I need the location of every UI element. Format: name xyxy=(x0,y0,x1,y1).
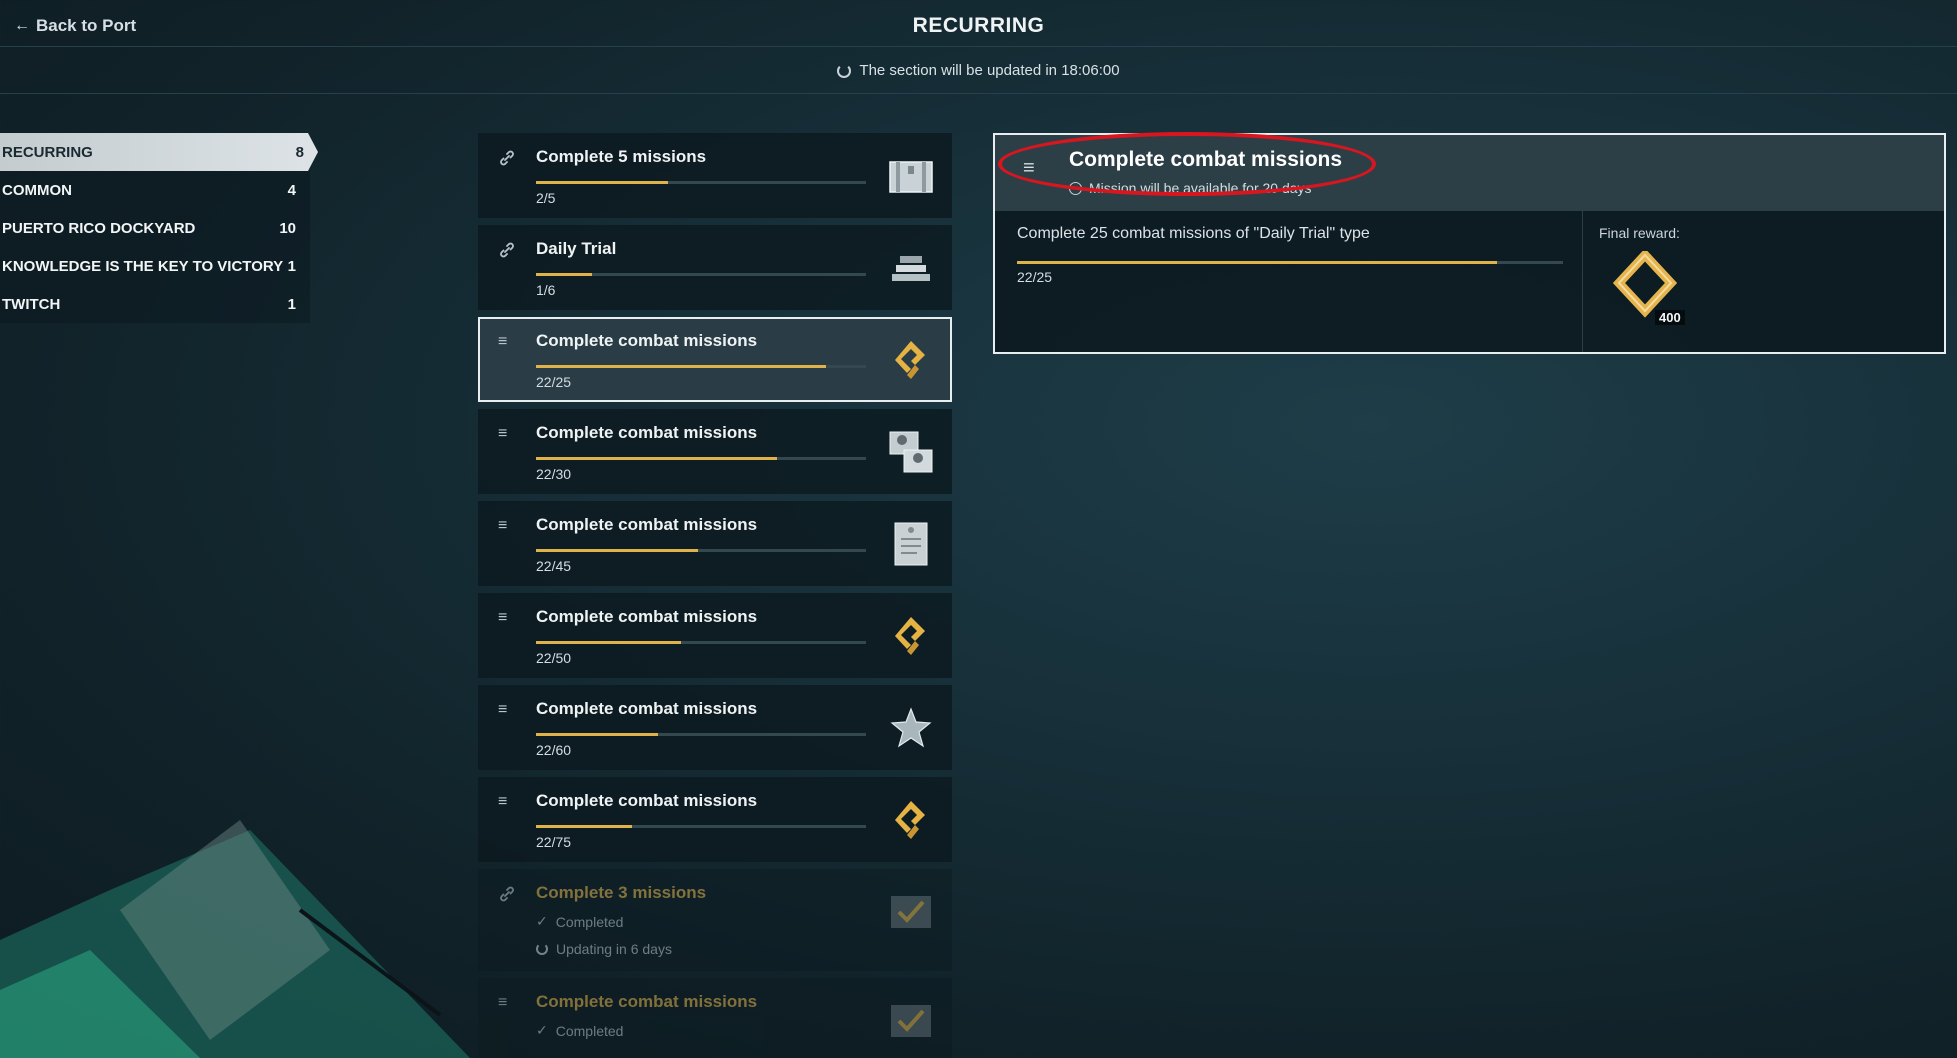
coal-icon xyxy=(888,797,934,843)
mission-count: 1/6 xyxy=(536,282,556,298)
mission-status: ✓ Completed xyxy=(536,913,624,930)
mission-title: Complete combat missions xyxy=(536,515,758,534)
mission-title: Complete combat missions xyxy=(536,699,758,718)
sidebar-item-count: 10 xyxy=(279,219,296,237)
mission-update: Updating in 6 days xyxy=(536,941,672,957)
mission-progress xyxy=(536,457,866,460)
mission-count: 22/60 xyxy=(536,742,572,758)
mission-progress xyxy=(536,733,866,736)
list-icon: ≡ xyxy=(498,333,508,350)
mission-progress xyxy=(536,641,866,644)
mission-title: Complete 5 missions xyxy=(536,147,707,166)
mission-card[interactable]: Daily Trial 1/6 xyxy=(478,225,952,310)
sidebar-item-label: TWITCH xyxy=(2,295,61,313)
sidebar-item-knowledge[interactable]: KNOWLEDGE IS THE KEY TO VICTORY 1 xyxy=(0,247,310,285)
steel-icon xyxy=(888,245,934,291)
sidebar-item-twitch[interactable]: TWITCH 1 xyxy=(0,285,310,323)
mission-progress xyxy=(536,181,866,184)
check-icon: ✓ xyxy=(536,1022,548,1038)
checkmark-icon xyxy=(888,998,934,1044)
list-icon: ≡ xyxy=(498,793,508,810)
document-icon xyxy=(888,521,934,567)
mission-title: Daily Trial xyxy=(536,239,617,258)
mission-progress xyxy=(536,365,866,368)
final-reward: Final reward: 400 xyxy=(1583,211,1944,352)
category-sidebar: RECURRING 8 COMMON 4 PUERTO RICO DOCKYAR… xyxy=(0,133,320,323)
mission-title: Complete combat missions xyxy=(536,791,758,810)
mission-status: ✓ Completed xyxy=(536,1022,624,1039)
mission-progress xyxy=(536,273,866,276)
mission-count: 22/50 xyxy=(536,650,572,666)
top-bar: ← Back to Port RECURRING xyxy=(0,0,1957,47)
list-icon: ≡ xyxy=(498,425,508,442)
star-icon xyxy=(888,705,934,751)
coal-icon xyxy=(888,613,934,659)
mission-title: Complete combat missions xyxy=(536,331,758,350)
mission-card[interactable]: Complete 5 missions 2/5 xyxy=(478,133,952,218)
sidebar-item-recurring[interactable]: RECURRING 8 xyxy=(0,133,318,171)
page-title: RECURRING xyxy=(912,14,1045,37)
detail-body: Complete 25 combat missions of "Daily Tr… xyxy=(995,211,1583,352)
final-reward-label: Final reward: xyxy=(1599,225,1680,241)
mission-title: Complete combat missions xyxy=(536,607,758,626)
sidebar-item-label: COMMON xyxy=(2,181,72,199)
mission-card[interactable]: ≡ Complete combat missions 22/60 xyxy=(478,685,952,770)
sidebar-item-label: RECURRING xyxy=(2,143,93,161)
mission-count: 22/45 xyxy=(536,558,572,574)
sidebar-item-label: KNOWLEDGE IS THE KEY TO VICTORY xyxy=(2,257,284,275)
detail-header: ≡ Complete combat missions Mission will … xyxy=(995,132,1944,211)
sidebar-item-count: 8 xyxy=(295,143,304,161)
mission-count: 22/30 xyxy=(536,466,572,482)
mission-card-completed[interactable]: ≡ Complete combat missions ✓ Completed xyxy=(478,978,952,1058)
link-icon xyxy=(498,241,516,259)
highlight-ring xyxy=(998,132,1376,196)
detail-progress xyxy=(1017,261,1563,264)
mission-card[interactable]: ≡ Complete combat missions 22/50 xyxy=(478,593,952,678)
container-icon xyxy=(888,153,934,199)
update-bar: The section will be updated in 18:06:00 xyxy=(0,48,1957,94)
sidebar-item-count: 1 xyxy=(287,257,296,275)
mission-count: 2/5 xyxy=(536,190,556,206)
sidebar-item-label: PUERTO RICO DOCKYARD xyxy=(2,219,196,237)
mission-progress xyxy=(536,549,866,552)
coal-icon xyxy=(1612,248,1678,319)
sidebar-item-common[interactable]: COMMON 4 xyxy=(0,171,310,209)
update-text: The section will be updated in 18:06:00 xyxy=(859,62,1120,79)
coal-icon xyxy=(888,337,934,383)
mission-card[interactable]: ≡ Complete combat missions 22/75 xyxy=(478,777,952,862)
refresh-icon xyxy=(837,63,852,78)
sidebar-item-count: 4 xyxy=(287,181,296,199)
list-icon: ≡ xyxy=(498,609,508,626)
mission-list: Complete 5 missions 2/5 Daily Trial 1/6 … xyxy=(478,133,952,1058)
mission-title: Complete 3 missions xyxy=(536,883,707,902)
detail-count: 22/25 xyxy=(1017,269,1053,285)
background-decoration xyxy=(0,800,470,1058)
mission-detail-panel: ≡ Complete combat missions Mission will … xyxy=(993,132,1946,354)
refresh-icon xyxy=(536,943,548,955)
final-reward-value: 400 xyxy=(1655,310,1685,325)
mission-progress xyxy=(536,825,866,828)
checkmark-icon xyxy=(888,889,934,935)
mission-card-selected[interactable]: ≡ Complete combat missions 22/25 xyxy=(478,317,952,402)
mission-card[interactable]: ≡ Complete combat missions 22/30 xyxy=(478,409,952,494)
list-icon: ≡ xyxy=(498,701,508,718)
detail-description: Complete 25 combat missions of "Daily Tr… xyxy=(1017,225,1370,242)
commander-icon xyxy=(888,429,934,475)
mission-count: 22/25 xyxy=(536,374,572,390)
sidebar-item-puerto-rico-dockyard[interactable]: PUERTO RICO DOCKYARD 10 xyxy=(0,209,310,247)
list-icon: ≡ xyxy=(498,994,508,1011)
mission-card-completed[interactable]: Complete 3 missions ✓ Completed Updating … xyxy=(478,869,952,971)
check-icon: ✓ xyxy=(536,913,548,929)
link-icon xyxy=(498,149,516,167)
link-icon xyxy=(498,885,516,903)
mission-count: 22/75 xyxy=(536,834,572,850)
mission-title: Complete combat missions xyxy=(536,992,758,1011)
sidebar-item-count: 1 xyxy=(287,295,296,313)
mission-card[interactable]: ≡ Complete combat missions 22/45 xyxy=(478,501,952,586)
mission-title: Complete combat missions xyxy=(536,423,758,442)
list-icon: ≡ xyxy=(498,517,508,534)
